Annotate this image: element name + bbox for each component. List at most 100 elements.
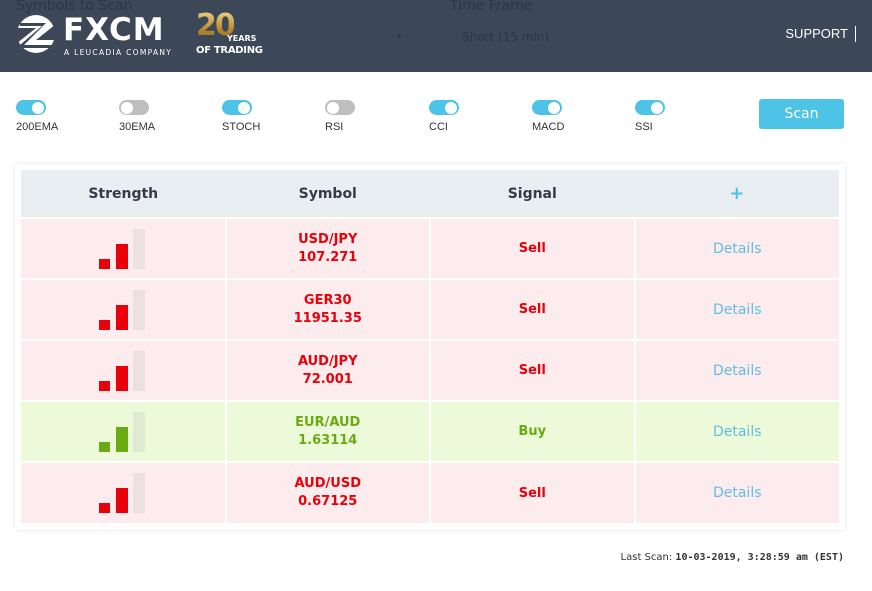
table-row: AUD/USD 0.67125 Sell Details (21, 461, 839, 523)
details-link[interactable]: Details (713, 302, 762, 318)
table-header-row: Strength Symbol Signal + (21, 170, 839, 218)
symbol-cell: AUD/USD 0.67125 (224, 461, 430, 523)
indicator-label: RSI (325, 121, 344, 133)
scan-results-table: Strength Symbol Signal + USD/JPY 107.271 S… (21, 170, 839, 523)
strength-bar (115, 488, 128, 513)
signal-cell: Sell (429, 278, 635, 340)
details-link[interactable]: Details (713, 424, 762, 440)
strength-bar (132, 473, 145, 513)
strength-meter (98, 289, 147, 330)
strength-cell (21, 339, 226, 401)
symbol-name: AUD/USD (294, 476, 361, 491)
details-cell: Details (633, 278, 839, 340)
strength-bar (132, 289, 145, 330)
strength-cell (21, 217, 226, 279)
strength-bar (115, 243, 128, 269)
table-row: USD/JPY 107.271 Sell Details (21, 217, 839, 279)
strength-meter (98, 411, 147, 452)
add-column-button[interactable]: + (634, 170, 839, 218)
strength-cell (21, 278, 226, 340)
details-cell: Details (633, 461, 839, 523)
fxcm-logo[interactable]: FXCM A LEUCADIA COMPANY (16, 14, 186, 58)
indicator-cci: CCI (429, 100, 509, 133)
symbol-name: USD/JPY (298, 231, 358, 247)
toggle-switch[interactable] (325, 100, 355, 115)
time-frame-label: Time Frame (450, 0, 533, 14)
indicator-stoch: STOCH (222, 100, 302, 133)
column-header-strength[interactable]: Strength (21, 170, 226, 218)
strength-bar (98, 319, 110, 330)
strength-meter (98, 473, 147, 513)
indicator-label: STOCH (222, 121, 261, 133)
strength-bar (115, 426, 128, 452)
fxcm-logo-icon (16, 15, 56, 53)
indicator-toggles: 200EMA 30EMA STOCH RSI CCI MACD SSI (0, 100, 872, 140)
indicator-200ema: 200EMA (16, 100, 96, 133)
indicator-label: SSI (635, 121, 653, 133)
last-scan-info: Last Scan: 10-03-2019, 3:28:59 am (EST) (621, 552, 844, 563)
scan-results-card: Strength Symbol Signal + USD/JPY 107.271 S… (15, 164, 845, 530)
toggle-switch[interactable] (429, 100, 459, 115)
strength-cell (21, 400, 226, 462)
toggle-knob (121, 101, 133, 114)
indicator-label: 200EMA (16, 121, 59, 133)
symbol-name: EUR/AUD (295, 414, 361, 430)
strength-bar (132, 350, 145, 391)
strength-bar (98, 441, 110, 452)
symbol-price: 107.271 (298, 249, 358, 265)
toggle-switch[interactable] (16, 100, 46, 115)
signal-cell: Sell (429, 339, 635, 401)
toggle-switch[interactable] (222, 100, 252, 115)
signal-cell: Sell (429, 461, 635, 523)
strength-bar (98, 380, 110, 391)
table-row: EUR/AUD 1.63114 Buy Details (21, 400, 839, 462)
toggle-switch[interactable] (635, 100, 665, 115)
toggle-knob (32, 101, 44, 114)
indicator-label: 30EMA (119, 121, 156, 133)
symbol-price: 11951.35 (293, 310, 362, 326)
strength-cell (21, 461, 226, 523)
anniversary-trading: OF TRADING (196, 45, 263, 56)
signal-value: Sell (518, 302, 546, 317)
toggle-switch[interactable] (119, 100, 149, 115)
signal-value: Buy (518, 424, 547, 439)
toggle-knob (548, 101, 560, 114)
toggle-knob (445, 101, 457, 114)
scan-button[interactable]: Scan (759, 99, 844, 129)
top-header: Symbols to Scan ▾ Time Frame Short (15 m… (0, 0, 872, 72)
indicator-ssi: SSI (635, 100, 715, 133)
column-header-signal[interactable]: Signal (430, 170, 635, 218)
anniversary-badge: 20 YEARS OF TRADING (196, 10, 266, 58)
toggle-switch[interactable] (532, 100, 562, 115)
column-header-symbol[interactable]: Symbol (225, 170, 430, 218)
symbol-cell: EUR/AUD 1.63114 (224, 400, 430, 462)
strength-bar (115, 304, 128, 330)
symbol-name: GER30 (303, 292, 352, 308)
anniversary-years: YEARS (227, 34, 257, 43)
indicator-macd: MACD (532, 100, 612, 133)
details-cell: Details (633, 217, 839, 279)
details-cell: Details (633, 339, 839, 401)
indicator-label: CCI (429, 121, 448, 133)
symbol-price: 72.001 (302, 371, 353, 387)
symbol-cell: AUD/JPY 72.001 (224, 339, 430, 401)
symbol-price: 0.67125 (298, 494, 358, 509)
indicator-rsi: RSI (325, 100, 405, 133)
last-scan-timestamp: 10-03-2019, 3:28:59 am (EST) (675, 552, 844, 563)
details-link[interactable]: Details (713, 241, 762, 257)
symbol-price: 1.63114 (298, 432, 358, 448)
time-frame-select: Short (15 min) (462, 30, 550, 44)
details-link[interactable]: Details (713, 485, 762, 501)
signal-cell: Buy (429, 400, 635, 462)
logo-subtitle: A LEUCADIA COMPANY (64, 48, 173, 57)
support-link[interactable]: SUPPORT (785, 26, 856, 42)
details-link[interactable]: Details (713, 363, 762, 379)
last-scan-label: Last Scan: (620, 552, 673, 563)
strength-bar (98, 258, 110, 269)
strength-bar (132, 228, 145, 269)
strength-bar (98, 503, 110, 513)
strength-bar (132, 411, 145, 452)
signal-value: Sell (518, 241, 546, 256)
details-cell: Details (633, 400, 839, 462)
symbol-cell: USD/JPY 107.271 (224, 217, 430, 279)
